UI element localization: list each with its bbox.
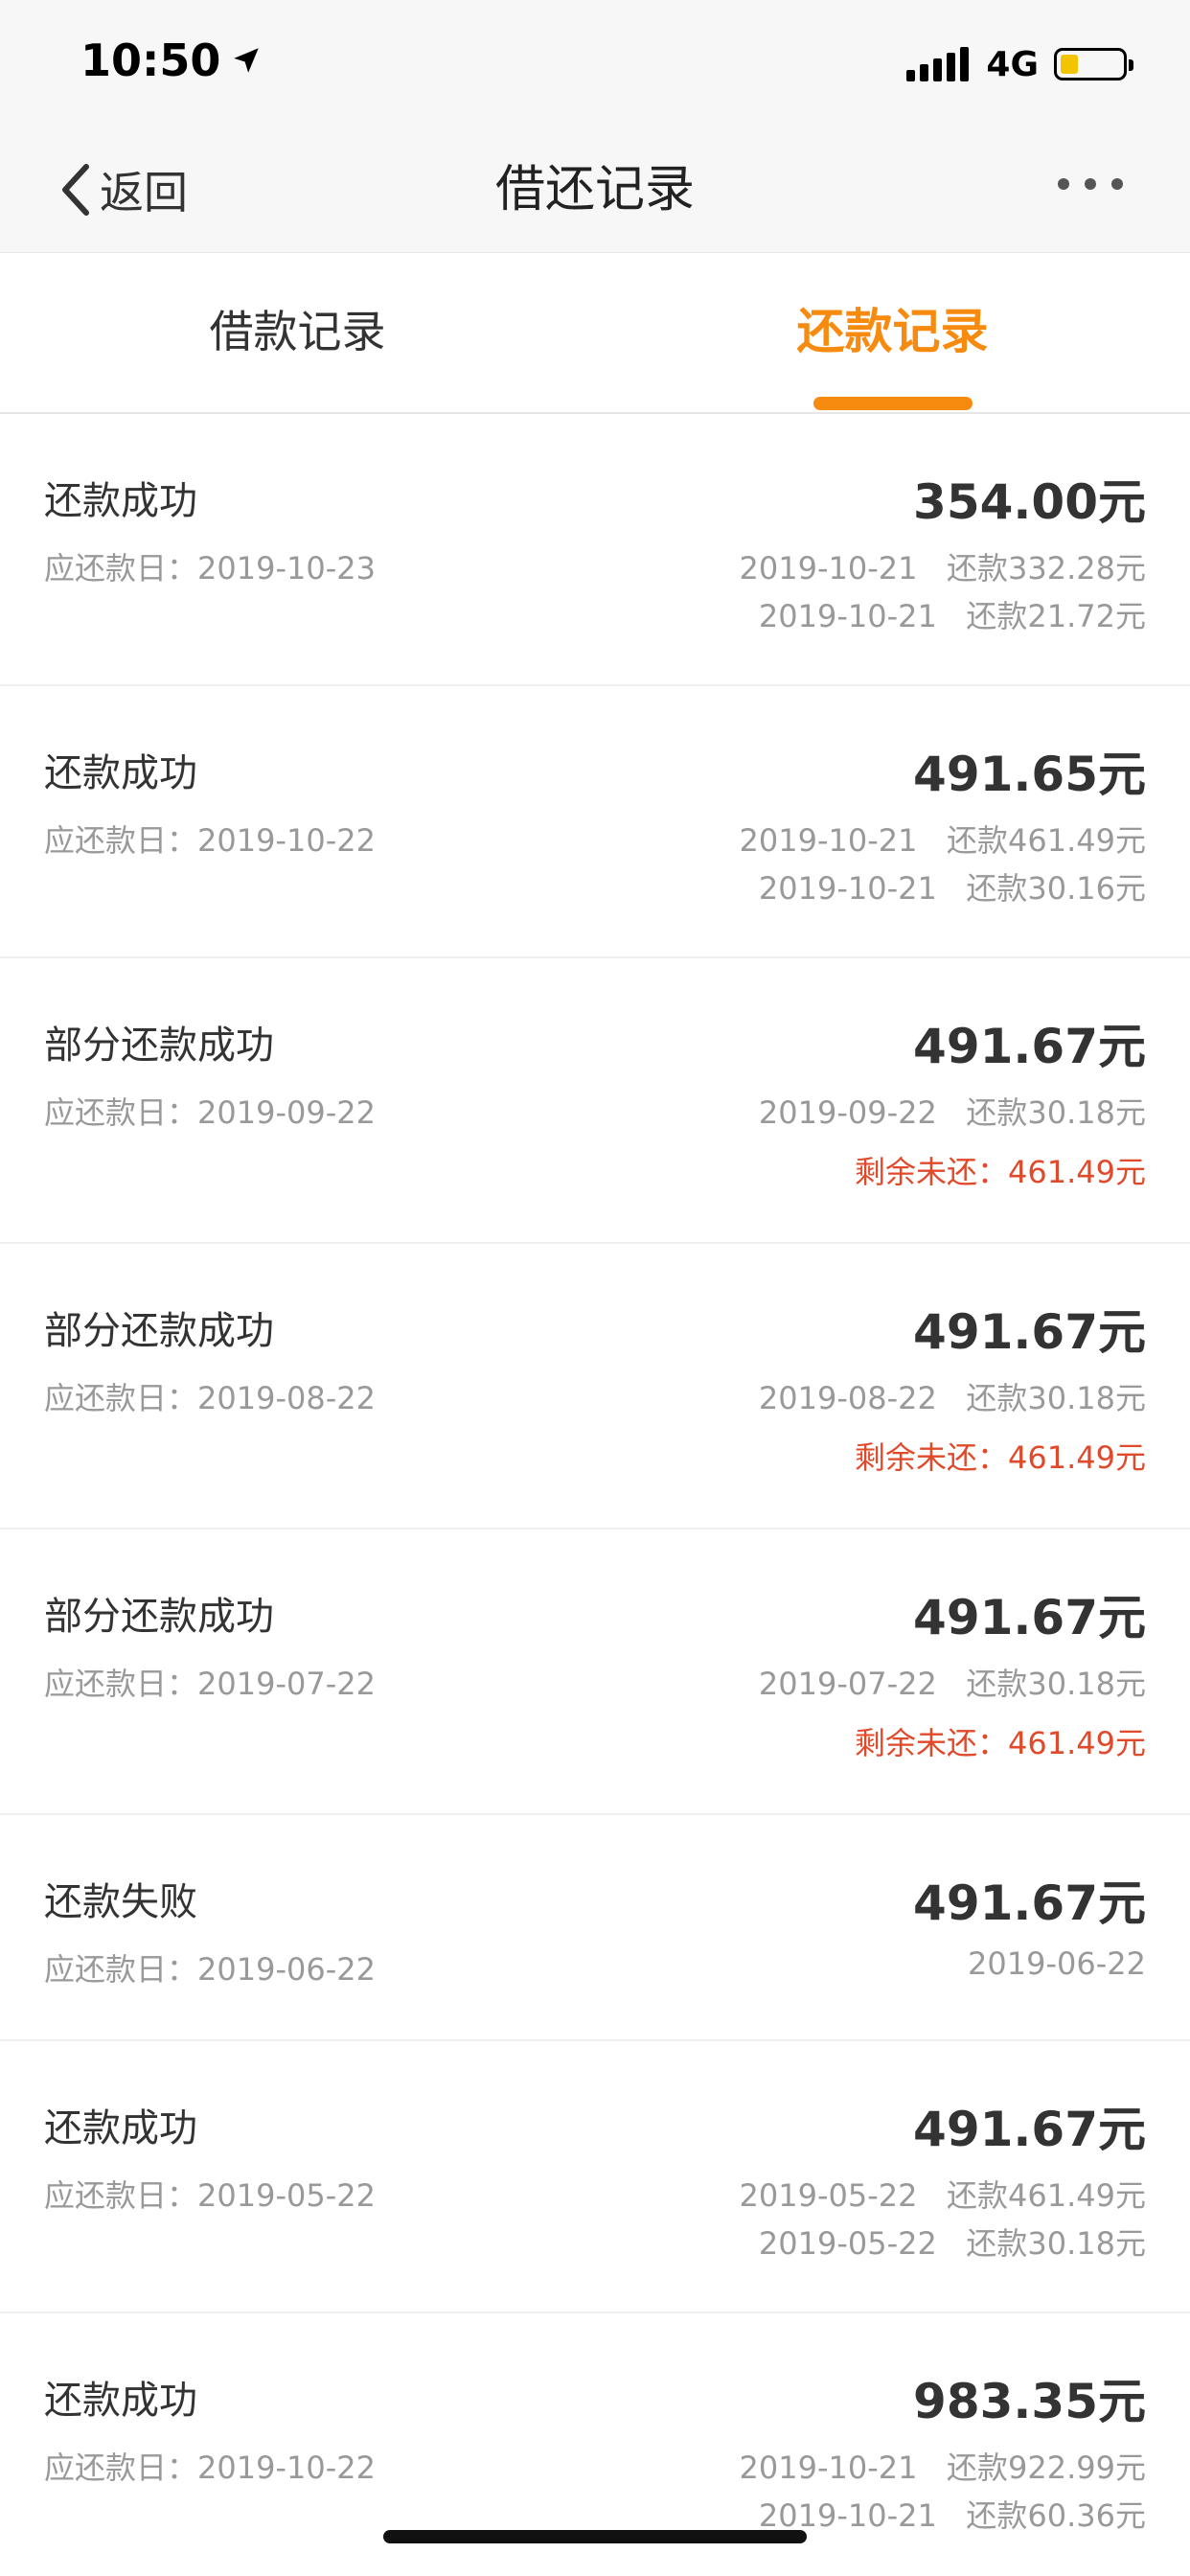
record-detail-line: 2019-07-22 还款30.18元 — [758, 1666, 1146, 1702]
active-tab-indicator — [813, 397, 973, 410]
status-indicators: 4G — [906, 38, 1133, 90]
record-due-date: 应还款日：2019-06-22 — [44, 1951, 376, 1988]
record-item[interactable]: 还款失败 应还款日：2019-06-22 491.67元 2019-06-22 — [0, 1815, 1190, 2041]
record-due-date: 应还款日：2019-05-22 — [44, 2177, 376, 2214]
record-status: 还款成功 — [44, 2379, 197, 2423]
more-dots-icon[interactable] — [1058, 178, 1123, 190]
record-status: 部分还款成功 — [44, 1595, 274, 1639]
record-due-date: 应还款日：2019-09-22 — [44, 1094, 376, 1131]
record-detail-line: 2019-10-21 还款60.36元 — [758, 2497, 1146, 2534]
record-tabs: 借款记录 还款记录 — [0, 253, 1190, 414]
record-detail-line: 2019-10-21 还款332.28元 — [739, 550, 1146, 586]
record-amount: 491.67元 — [913, 1590, 1146, 1645]
record-detail-line: 2019-10-21 还款922.99元 — [739, 2450, 1146, 2486]
remaining-unpaid: 剩余未还：461.49元 — [855, 1725, 1146, 1761]
home-indicator[interactable] — [383, 2530, 807, 2543]
record-amount: 491.67元 — [913, 1019, 1146, 1074]
record-amount: 491.67元 — [913, 1304, 1146, 1360]
record-item[interactable]: 部分还款成功 应还款日：2019-08-22 491.67元 2019-08-2… — [0, 1244, 1190, 1530]
record-amount: 983.35元 — [913, 2374, 1146, 2429]
record-item[interactable]: 还款成功 应还款日：2019-10-22 491.65元 2019-10-21 … — [0, 686, 1190, 958]
record-due-date: 应还款日：2019-10-23 — [44, 550, 376, 586]
tab-repay-records[interactable]: 还款记录 — [595, 253, 1190, 414]
record-due-date: 应还款日：2019-08-22 — [44, 1380, 376, 1416]
remaining-unpaid: 剩余未还：461.49元 — [855, 1439, 1146, 1476]
remaining-unpaid: 剩余未还：461.49元 — [855, 1154, 1146, 1190]
record-status: 还款失败 — [44, 1880, 197, 1924]
record-amount: 491.65元 — [913, 747, 1146, 802]
repayment-record-list: 还款成功 应还款日：2019-10-23 354.00元 2019-10-21 … — [0, 414, 1190, 2572]
record-item[interactable]: 部分还款成功 应还款日：2019-07-22 491.67元 2019-07-2… — [0, 1530, 1190, 1815]
record-detail-line: 2019-10-21 还款461.49元 — [739, 822, 1146, 859]
record-detail-line: 2019-06-22 — [968, 1945, 1146, 1982]
status-time: 10:50 — [80, 34, 263, 86]
record-detail-line: 2019-08-22 还款30.18元 — [758, 1380, 1146, 1416]
record-item[interactable]: 还款成功 应还款日：2019-05-22 491.67元 2019-05-22 … — [0, 2041, 1190, 2313]
record-detail-line: 2019-10-21 还款30.16元 — [758, 870, 1146, 907]
record-amount: 491.67元 — [913, 1875, 1146, 1931]
record-detail-line: 2019-05-22 还款30.18元 — [758, 2225, 1146, 2262]
record-item[interactable]: 还款成功 应还款日：2019-10-23 354.00元 2019-10-21 … — [0, 414, 1190, 686]
record-detail-line: 2019-05-22 还款461.49元 — [739, 2177, 1146, 2214]
record-status: 还款成功 — [44, 2106, 197, 2150]
tab-borrow-records[interactable]: 借款记录 — [0, 253, 595, 414]
battery-level — [1061, 55, 1078, 74]
record-detail-line: 2019-09-22 还款30.18元 — [758, 1094, 1146, 1131]
record-due-date: 应还款日：2019-07-22 — [44, 1666, 376, 1702]
record-item[interactable]: 部分还款成功 应还款日：2019-09-22 491.67元 2019-09-2… — [0, 958, 1190, 1244]
location-arrow-icon — [234, 48, 260, 73]
page-title: 借还记录 — [494, 161, 695, 218]
record-status: 还款成功 — [44, 479, 197, 523]
record-amount: 491.67元 — [913, 2102, 1146, 2157]
record-status: 部分还款成功 — [44, 1024, 274, 1068]
record-detail-line: 2019-10-21 还款21.72元 — [758, 598, 1146, 634]
battery-icon — [1054, 48, 1133, 80]
network-type: 4G — [986, 44, 1039, 84]
record-amount: 354.00元 — [913, 474, 1146, 530]
status-time-text: 10:50 — [80, 34, 221, 86]
record-due-date: 应还款日：2019-10-22 — [44, 822, 376, 859]
record-due-date: 应还款日：2019-10-22 — [44, 2450, 376, 2486]
signal-icon — [906, 47, 970, 81]
top-bar: 10:50 4G 返回 借还记录 — [0, 0, 1190, 253]
record-status: 部分还款成功 — [44, 1309, 274, 1353]
record-status: 还款成功 — [44, 751, 197, 795]
